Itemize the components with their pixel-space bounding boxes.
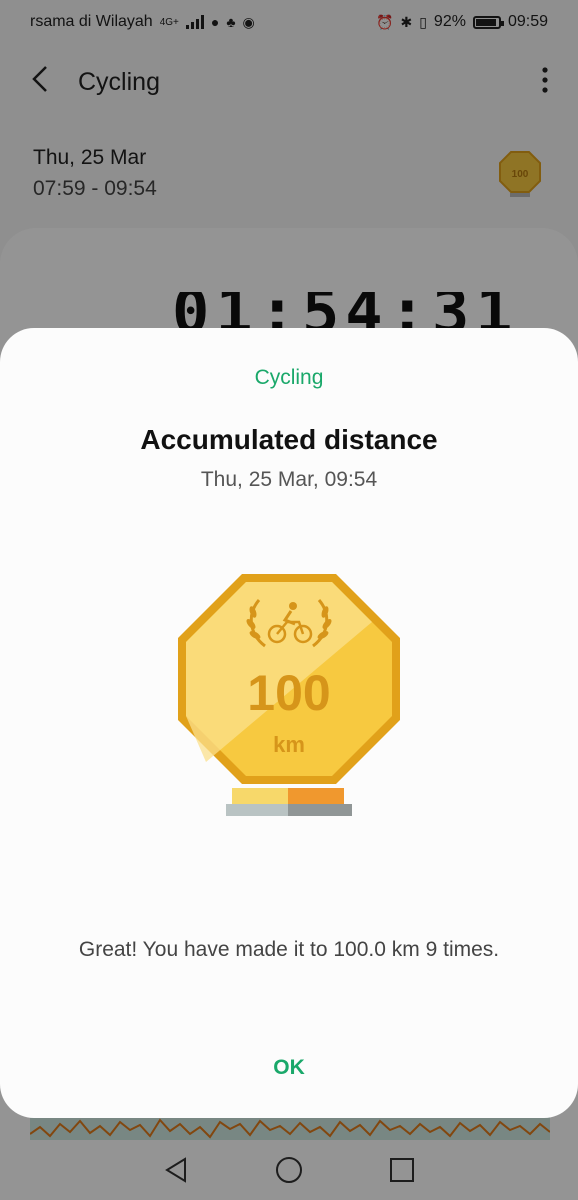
dialog-title: Accumulated distance [140, 424, 438, 455]
ok-button[interactable]: OK [239, 1056, 339, 1088]
badge-unit: km [273, 732, 305, 757]
achievement-dialog: Cycling Accumulated distance Thu, 25 Mar… [0, 328, 578, 1118]
dialog-datetime: Thu, 25 Mar, 09:54 [200, 468, 378, 491]
distance-badge: 100 km [178, 574, 400, 816]
badge-value: 100 [247, 665, 330, 721]
dialog-message: Great! You have made it to 100.0 km 9 ti… [78, 938, 500, 961]
dialog-category: Cycling [254, 366, 324, 389]
